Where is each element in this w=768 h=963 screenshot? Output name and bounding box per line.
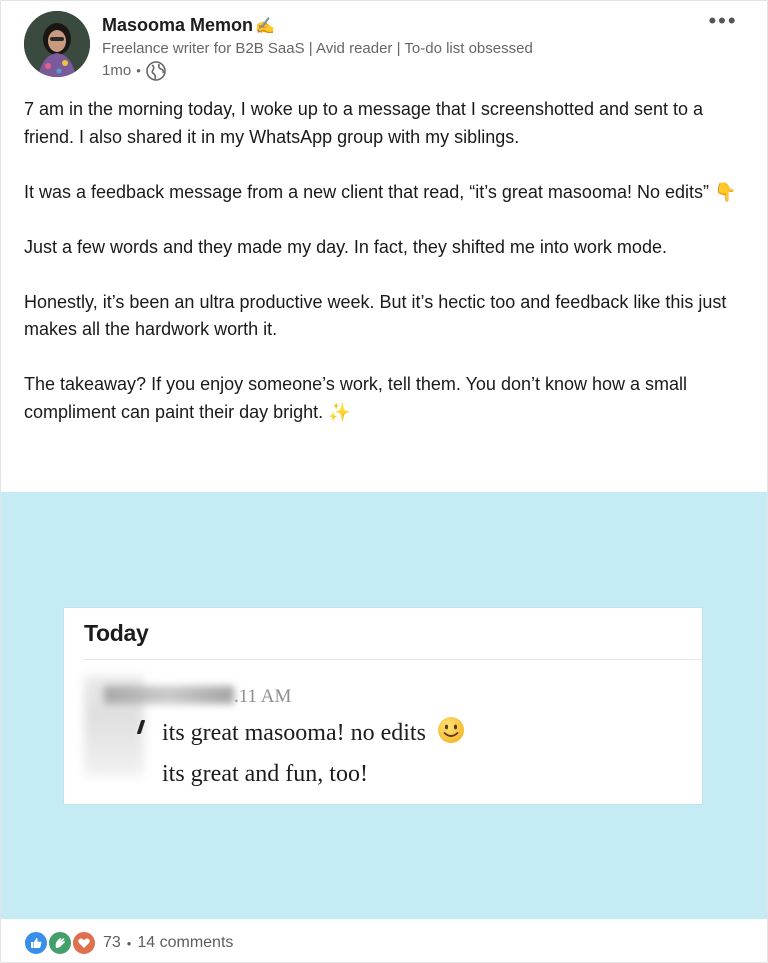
- more-horizontal-icon: •••: [708, 8, 738, 33]
- social-counts-bar[interactable]: 73 • 14 comments: [23, 929, 233, 957]
- post-meta: 1mo •: [102, 61, 166, 81]
- chat-message: its great and fun, too!: [162, 761, 368, 788]
- comments-count-link[interactable]: 14 comments: [137, 934, 233, 952]
- post-image[interactable]: Today .11 AM its great masooma! no edits: [1, 492, 767, 919]
- post-text: 7 am in the morning today, I woke up to …: [24, 96, 744, 426]
- post-card: Masooma Memon ✍️ Freelance writer for B2B…: [0, 0, 768, 963]
- avatar[interactable]: [24, 11, 90, 77]
- meta-separator: •: [136, 63, 141, 78]
- smiley-face-icon: [436, 715, 466, 745]
- post-paragraph: The takeaway? If you enjoy someone’s wor…: [24, 374, 688, 422]
- post-time[interactable]: 1mo: [102, 61, 131, 81]
- author-name[interactable]: Masooma Memon ✍️: [102, 14, 275, 38]
- chat-message: its great masooma! no edits: [162, 715, 466, 747]
- post-paragraph: It was a feedback message from a new cli…: [24, 181, 737, 202]
- more-options-button[interactable]: •••: [705, 8, 741, 33]
- reaction-count[interactable]: 73: [103, 934, 121, 952]
- chat-day-label: Today: [84, 620, 149, 646]
- post-header: Masooma Memon ✍️ Freelance writer for B2B…: [1, 1, 767, 86]
- author-name-text[interactable]: Masooma Memon: [102, 15, 253, 35]
- globe-icon: [145, 61, 166, 81]
- social-counts: 73 • 14 comments: [103, 934, 233, 952]
- chat-message-text: its great and fun, too!: [162, 761, 368, 787]
- chat-divider: [84, 659, 702, 660]
- love-icon: [71, 930, 97, 956]
- writing-hand-icon: ✍️: [255, 18, 275, 35]
- chat-message-text: its great masooma! no edits: [162, 720, 426, 746]
- post-paragraph: Honestly, it’s been an ultra productive …: [24, 291, 727, 340]
- celebrate-icon: [47, 930, 73, 956]
- counts-separator: •: [126, 935, 132, 951]
- chat-timestamp: .11 AM: [234, 686, 292, 707]
- like-icon: [23, 930, 49, 956]
- chat-screenshot: Today .11 AM its great masooma! no edits: [64, 608, 702, 804]
- avatar-image: [24, 11, 90, 77]
- post-paragraph: 7 am in the morning today, I woke up to …: [24, 99, 704, 147]
- post-paragraph: Just a few words and they made my day. I…: [24, 236, 667, 257]
- author-headline: Freelance writer for B2B SaaS | Avid rea…: [102, 40, 533, 57]
- blurred-sender-name: [104, 686, 234, 704]
